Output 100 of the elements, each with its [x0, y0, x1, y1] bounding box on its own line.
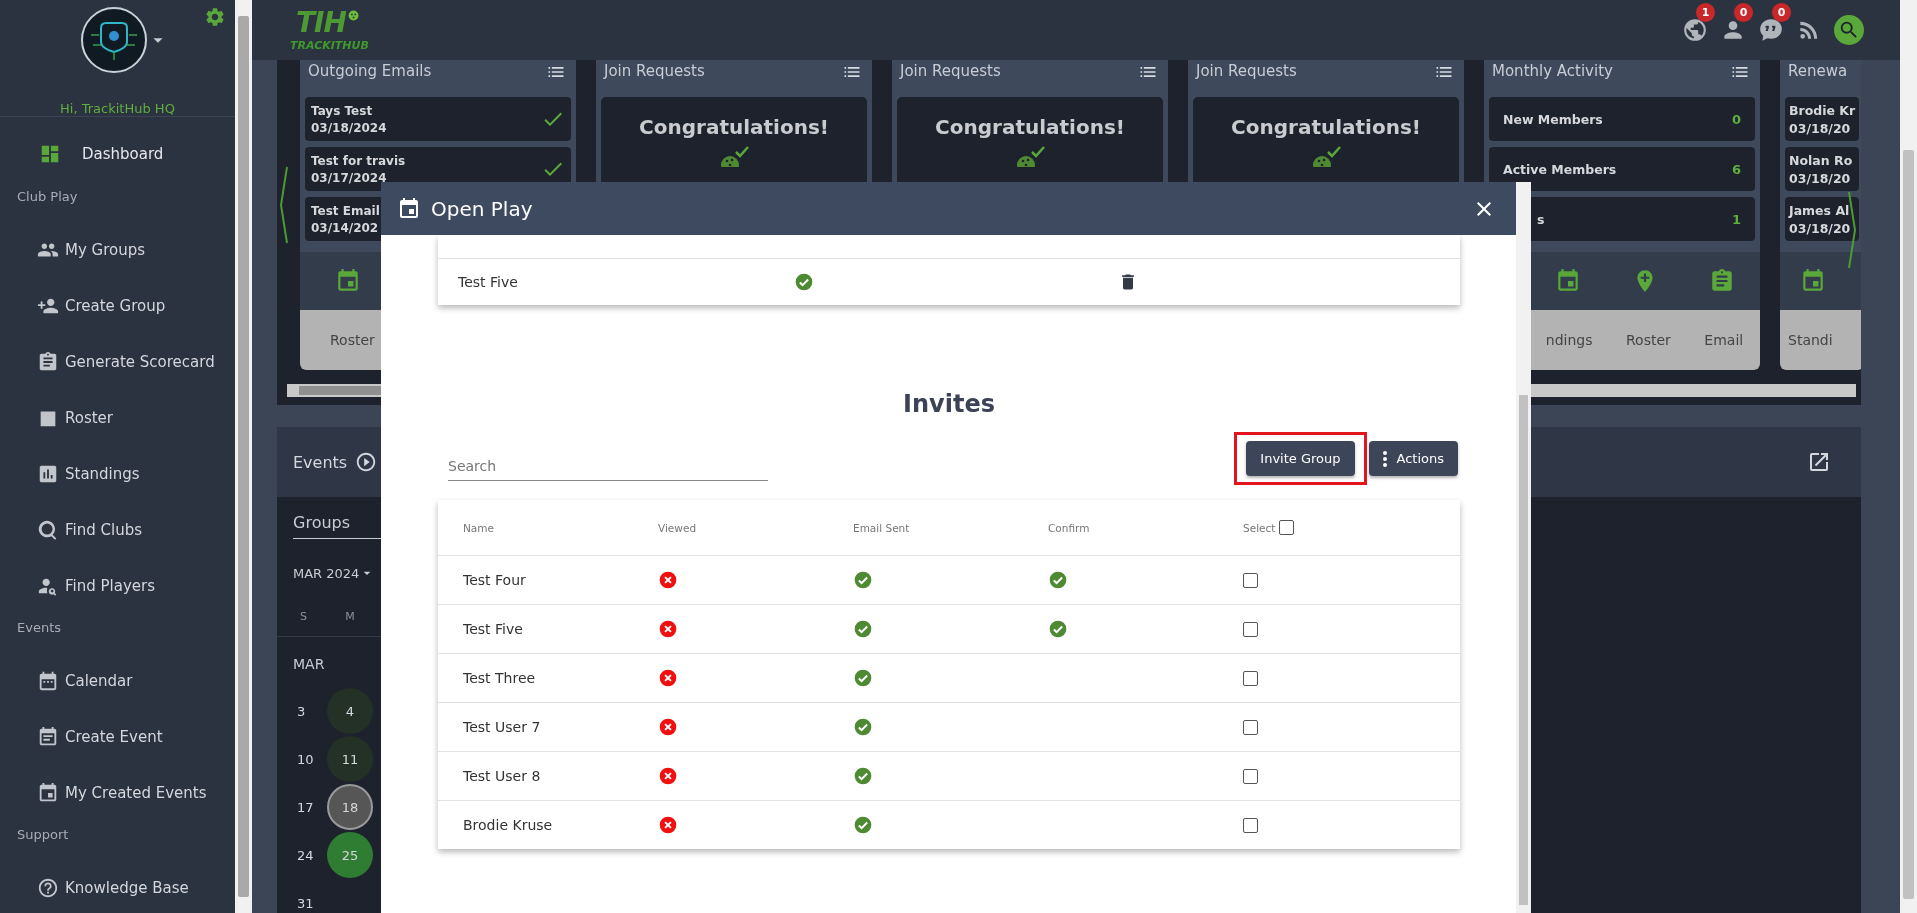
calendar-icon	[397, 196, 421, 221]
nav-item[interactable]: My Created Events	[0, 765, 235, 821]
stat-value: 6	[1731, 161, 1741, 177]
section-heading: Club Play	[16, 188, 79, 206]
notification-count-badge: 1	[1696, 3, 1715, 22]
row-checkbox[interactable]	[1243, 768, 1258, 784]
sidebar-scrollbar[interactable]	[235, 0, 252, 913]
calendar-icon	[37, 782, 59, 804]
stat-value: 1	[1731, 211, 1741, 227]
renewal-item[interactable]: James Al 03/18/20	[1785, 197, 1859, 241]
open-in-new-icon[interactable]	[1807, 450, 1831, 474]
calendar-day[interactable]: 10	[293, 736, 323, 782]
search-button[interactable]	[1834, 15, 1864, 45]
section-heading: Support	[16, 826, 70, 844]
card-title: Renewa	[1788, 62, 1848, 80]
member-name: Test Five	[458, 274, 519, 290]
nav-item[interactable]: Roster	[0, 390, 235, 446]
check-circle-icon	[1048, 570, 1068, 590]
card-action-link[interactable]: Roster	[330, 332, 375, 348]
check-circle-icon	[853, 570, 873, 590]
card-action-link[interactable]: Roster	[1626, 332, 1671, 348]
row-checkbox[interactable]	[1243, 817, 1258, 833]
stat-label: s	[1537, 211, 1545, 227]
actions-button[interactable]: Actions	[1368, 441, 1458, 476]
email-subject: Test for travis	[311, 153, 406, 168]
dialog-title: Open Play	[431, 196, 533, 221]
check-circle-icon	[853, 815, 873, 835]
renewal-item[interactable]: Nolan Ro 03/18/20	[1785, 147, 1859, 191]
cancel-circle-icon	[658, 815, 678, 835]
table-cell-text: Brodie Kruse	[463, 817, 554, 833]
nav-item[interactable]: Knowledge Base	[0, 860, 235, 913]
calendar-day[interactable]: 3	[293, 688, 323, 734]
month-label: MAR	[293, 656, 326, 672]
nav-item[interactable]: My Groups	[0, 222, 235, 278]
month-dropdown[interactable]: MAR 2024	[293, 562, 393, 584]
cancel-circle-icon	[658, 766, 678, 786]
row-checkbox[interactable]	[1243, 621, 1258, 637]
email-subject: Tays Test	[311, 103, 374, 118]
weekday-label: M	[344, 609, 356, 623]
calendar-day[interactable]: 25	[327, 832, 373, 878]
card-title: Monthly Activity	[1492, 62, 1613, 80]
member-name: James Al	[1789, 202, 1851, 218]
club-logo-avatar[interactable]	[80, 7, 147, 73]
select-all-checkbox[interactable]	[1279, 520, 1295, 535]
invites-heading: Invites	[903, 390, 995, 418]
nav-item[interactable]: Find Players	[0, 558, 235, 614]
dashboard-nav-item[interactable]: Dashboard	[0, 125, 235, 183]
notification-count-badge: 0	[1734, 3, 1753, 22]
settings-icon[interactable]	[204, 6, 226, 28]
nav-item[interactable]: Standings	[0, 446, 235, 502]
nav-item[interactable]: Create Group	[0, 278, 235, 334]
cancel-circle-icon	[658, 570, 678, 590]
calendar-day[interactable]: 11	[327, 736, 373, 782]
stat-label: New Members	[1503, 111, 1603, 127]
email-date: 03/18/2024	[311, 120, 387, 135]
calendar-day[interactable]: 17	[293, 784, 323, 830]
renewal-date: 03/18/20	[1789, 170, 1852, 186]
check-circle-icon	[853, 766, 873, 786]
calendar-day[interactable]: 24	[293, 832, 323, 878]
card-action-link[interactable]: Standi	[1788, 332, 1833, 348]
page-scrollbar[interactable]	[1900, 0, 1917, 913]
trackithub-logo[interactable]: TIH TRACKITHUB	[286, 5, 385, 55]
check-circle-icon	[853, 668, 873, 688]
card-action-link[interactable]: ndings	[1545, 332, 1593, 348]
calendar-icon[interactable]	[1800, 268, 1826, 294]
email-item[interactable]: Tays Test 03/18/2024	[305, 97, 571, 141]
renewal-item[interactable]: Brodie Kr 03/18/20	[1785, 97, 1859, 141]
check-circle-icon	[853, 619, 873, 639]
row-checkbox[interactable]	[1243, 670, 1258, 686]
column-header: Select	[1243, 521, 1276, 534]
nav-item[interactable]: Create Event	[0, 709, 235, 765]
cancel-circle-icon	[658, 668, 678, 688]
help-icon	[37, 877, 59, 899]
card-title: Join Requests	[1196, 62, 1297, 80]
nav-item[interactable]: Generate Scorecard	[0, 334, 235, 390]
globe-icon[interactable]	[1682, 17, 1708, 43]
email-date: 03/14/202	[311, 220, 380, 235]
card-action-link[interactable]: Email	[1704, 332, 1744, 348]
calendar-note-icon	[37, 726, 59, 748]
calendar-icon[interactable]	[335, 268, 361, 294]
calendar-day[interactable]: 18	[327, 784, 373, 830]
message-text: Congratulations!	[1231, 115, 1421, 139]
renewal-date: 03/18/20	[1789, 120, 1852, 136]
invite-group-button[interactable]: Invite Group	[1246, 441, 1355, 476]
table-cell-text: Test Four	[463, 572, 527, 588]
nav-item[interactable]: Calendar	[0, 653, 235, 709]
table-cell-text: Test User 7	[463, 719, 542, 735]
card-title: Outgoing Emails	[308, 62, 432, 80]
column-header: Viewed	[658, 521, 698, 534]
dialog-scrollbar[interactable]	[1516, 182, 1531, 913]
row-checkbox[interactable]	[1243, 719, 1258, 735]
message-text: Congratulations!	[935, 115, 1125, 139]
email-date: 03/17/2024	[311, 170, 388, 185]
chat-bubble-icon[interactable]	[1758, 17, 1784, 43]
events-title: Events	[293, 452, 348, 472]
calendar-day[interactable]: 4	[327, 688, 373, 734]
nav-item[interactable]: Find Clubs	[0, 502, 235, 558]
calendar-day[interactable]: 31	[293, 880, 323, 913]
table-cell-text: Test Three	[463, 670, 537, 686]
row-checkbox[interactable]	[1243, 572, 1258, 588]
